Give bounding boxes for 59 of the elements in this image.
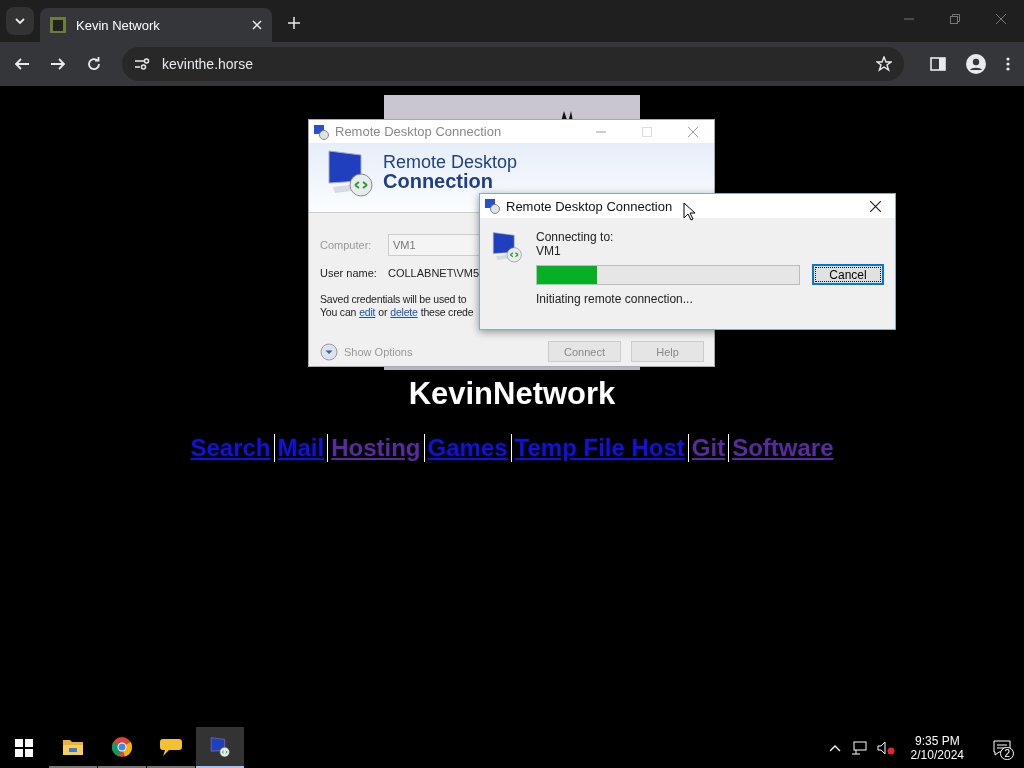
- browser-tab[interactable]: Kevin Network: [40, 8, 272, 42]
- notification-count: 2: [1000, 747, 1014, 760]
- nav-link[interactable]: Mail: [277, 434, 325, 462]
- computer-icon: [484, 198, 500, 214]
- target-name: VM1: [536, 244, 562, 258]
- window-title: Remote Desktop Connection: [335, 124, 503, 139]
- computer-icon: [208, 735, 232, 758]
- back-icon[interactable]: [14, 56, 30, 72]
- nav-link[interactable]: Git: [691, 434, 726, 462]
- restore-icon[interactable]: [950, 14, 960, 24]
- taskbar-app[interactable]: [196, 727, 244, 768]
- banner-title: Connection: [383, 171, 493, 191]
- credentials-note: Saved credentials will be used to: [320, 293, 467, 306]
- nav-link[interactable]: Hosting: [331, 434, 421, 462]
- notification-button[interactable]: 2: [980, 727, 1024, 768]
- profile-icon[interactable]: [966, 54, 986, 74]
- chrome-icon: [111, 735, 133, 758]
- status-text: Initiating remote connection...: [536, 292, 694, 306]
- close-icon[interactable]: [870, 200, 881, 212]
- credentials-note: these crede: [420, 306, 474, 319]
- windows-start-icon[interactable]: [15, 738, 33, 757]
- muted-speaker-icon[interactable]: [876, 740, 895, 755]
- network-icon[interactable]: [850, 740, 867, 755]
- star-icon[interactable]: [876, 56, 892, 72]
- favicon-icon: [50, 17, 66, 33]
- site-heading: KevinNetwork: [408, 376, 616, 412]
- nav-link[interactable]: Games: [427, 434, 508, 462]
- tab-title: Kevin Network: [76, 17, 161, 33]
- computer-icon: [313, 123, 329, 140]
- delete-link[interactable]: delete: [390, 306, 418, 319]
- tab-search-button[interactable]: [6, 7, 34, 35]
- computer-icon: [490, 230, 524, 264]
- side-panel-icon[interactable]: [930, 56, 946, 72]
- edit-link[interactable]: edit: [359, 306, 376, 319]
- nav-link[interactable]: Search: [190, 434, 271, 462]
- user-name-label: User name:: [320, 267, 378, 279]
- banner-title: Remote Desktop: [383, 153, 518, 171]
- speech-bubble-icon: [160, 736, 182, 757]
- url-text: kevinthe.horse: [162, 56, 255, 72]
- chevron-down-icon: [14, 15, 26, 27]
- clock-date[interactable]: 2/10/2024: [910, 747, 964, 762]
- reload-icon[interactable]: [86, 56, 102, 72]
- message-icon: [993, 739, 1011, 756]
- nav-link[interactable]: Software: [732, 434, 834, 462]
- cancel-button[interactable]: Cancel: [812, 264, 884, 285]
- clock-time[interactable]: 9:35 PM: [914, 733, 960, 748]
- user-name-value: COLLABNET\VM5: [388, 267, 480, 279]
- address-bar[interactable]: kevinthe.horse: [122, 47, 904, 81]
- nav-link[interactable]: Temp File Host: [514, 434, 685, 462]
- computer-label: Computer:: [320, 239, 373, 251]
- computer-icon: [325, 147, 375, 199]
- credentials-note: or: [378, 306, 388, 319]
- site-settings-icon[interactable]: [134, 56, 150, 72]
- forward-icon[interactable]: [50, 56, 66, 72]
- chevron-up-icon[interactable]: [828, 743, 841, 752]
- new-tab-icon[interactable]: [288, 17, 300, 29]
- window-title: Remote Desktop Connection: [506, 198, 673, 214]
- menu-icon[interactable]: [1006, 56, 1010, 72]
- credentials-note: You can: [320, 306, 357, 319]
